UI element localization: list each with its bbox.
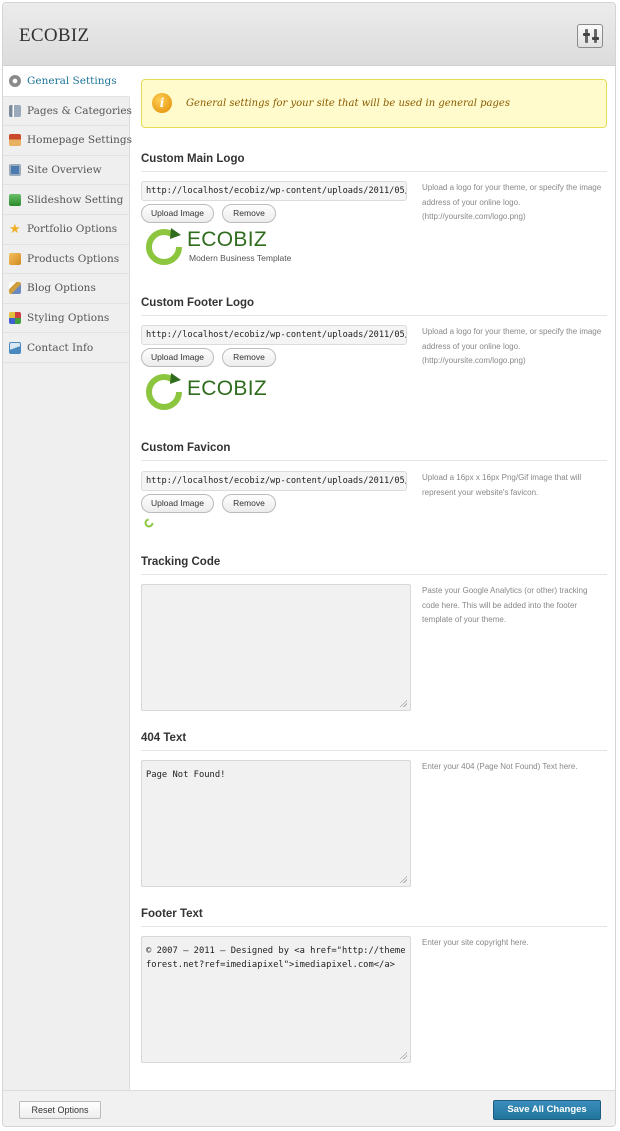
tracking-code-textarea[interactable]	[141, 584, 411, 711]
header: ECOBIZ	[3, 3, 615, 66]
info-notice: i General settings for your site that wi…	[141, 79, 607, 128]
404-text-help: Enter your 404 (Page Not Found) Text her…	[422, 762, 578, 771]
divider	[141, 574, 607, 575]
sidebar-item-general-settings[interactable]: General Settings	[3, 67, 130, 97]
divider	[141, 315, 607, 316]
footer-logo-url-input[interactable]: http://localhost/ecobiz/wp-content/uploa…	[141, 325, 407, 345]
brand-title: ECOBIZ	[19, 25, 90, 46]
settings-tools-icon[interactable]	[577, 24, 603, 48]
sidebar-item-label: Products Options	[27, 252, 120, 265]
sidebar-item-portfolio-options[interactable]: ★ Portfolio Options	[3, 215, 129, 245]
star-icon: ★	[9, 221, 21, 237]
logo-tagline: Modern Business Template	[189, 253, 292, 263]
reset-options-button[interactable]: Reset Options	[19, 1101, 101, 1119]
favicon-remove-button[interactable]: Remove	[222, 494, 276, 513]
favicon-help: Upload a 16px x 16px Png/Gif image that …	[422, 473, 582, 497]
palette-icon	[9, 312, 21, 325]
sidebar-item-label: General Settings	[27, 75, 117, 88]
monitor-icon	[9, 164, 21, 177]
section-title-footer-text: Footer Text	[141, 908, 203, 920]
resize-grip-icon[interactable]	[399, 699, 407, 707]
options-panel: ECOBIZ General Settings Pages & Categori…	[2, 2, 616, 1127]
logo-wordmark: ECOBIZ	[187, 377, 267, 400]
resize-grip-icon[interactable]	[399, 1051, 407, 1059]
sidebar-item-label: Site Overview	[27, 164, 102, 177]
section-title-tracking-code: Tracking Code	[141, 556, 221, 568]
divider	[141, 750, 607, 751]
sidebar-item-label: Slideshow Setting	[27, 193, 124, 206]
sidebar-item-label: Portfolio Options	[27, 223, 118, 236]
favicon-upload-button[interactable]: Upload Image	[141, 494, 214, 513]
sidebar-item-label: Blog Options	[27, 282, 96, 295]
footer-logo-remove-button[interactable]: Remove	[222, 348, 276, 367]
footer-logo-upload-button[interactable]: Upload Image	[141, 348, 214, 367]
sidebar-item-products-options[interactable]: Products Options	[3, 245, 129, 275]
favicon-preview-icon	[144, 518, 154, 528]
save-all-changes-button[interactable]: Save All Changes	[493, 1100, 601, 1120]
sidebar-item-blog-options[interactable]: Blog Options	[3, 274, 129, 304]
sidebar-item-label: Contact Info	[27, 341, 94, 354]
mail-icon	[9, 341, 21, 354]
slideshow-icon	[9, 193, 21, 206]
divider	[141, 926, 607, 927]
section-title-favicon: Custom Favicon	[141, 442, 231, 454]
sidebar-item-label: Pages & Categories	[27, 104, 132, 117]
gear-icon	[9, 75, 21, 88]
divider	[141, 460, 607, 461]
footer-text-textarea[interactable]: © 2007 – 2011 – Designed by <a href="htt…	[141, 936, 411, 1063]
logo-wordmark: ECOBIZ	[187, 228, 267, 251]
footer-text-help: Enter your site copyright here.	[422, 938, 529, 947]
main-logo-url-input[interactable]: http://localhost/ecobiz/wp-content/uploa…	[141, 181, 407, 201]
recycle-ring-icon	[146, 228, 182, 265]
info-icon: i	[152, 93, 172, 113]
sidebar-item-styling-options[interactable]: Styling Options	[3, 304, 129, 334]
box-icon	[9, 252, 21, 265]
main-logo-preview: ECOBIZ Modern Business Template	[141, 226, 311, 271]
pages-icon	[9, 104, 21, 117]
recycle-ring-icon	[146, 373, 182, 410]
favicon-url-input[interactable]: http://localhost/ecobiz/wp-content/uploa…	[141, 471, 407, 491]
sidebar-item-contact-info[interactable]: Contact Info	[3, 333, 129, 363]
main-logo-remove-button[interactable]: Remove	[222, 204, 276, 223]
sidebar: General Settings Pages & Categories Home…	[3, 67, 132, 1090]
section-title-footer-logo: Custom Footer Logo	[141, 297, 255, 309]
sidebar-item-pages-categories[interactable]: Pages & Categories	[3, 97, 132, 127]
sidebar-item-label: Homepage Settings	[27, 134, 132, 147]
404-text-textarea[interactable]: Page Not Found!	[141, 760, 411, 887]
main-logo-help: Upload a logo for your theme, or specify…	[422, 183, 602, 221]
resize-grip-icon[interactable]	[399, 875, 407, 883]
sidebar-item-homepage-settings[interactable]: Homepage Settings	[3, 126, 132, 156]
sidebar-item-slideshow-setting[interactable]: Slideshow Setting	[3, 185, 129, 215]
pencil-icon	[9, 282, 21, 295]
footer-logo-help: Upload a logo for your theme, or specify…	[422, 327, 602, 365]
section-title-404-text: 404 Text	[141, 732, 187, 744]
tracking-code-help: Paste your Google Analytics (or other) t…	[422, 586, 588, 624]
main-logo-upload-button[interactable]: Upload Image	[141, 204, 214, 223]
sidebar-item-site-overview[interactable]: Site Overview	[3, 156, 129, 186]
section-title-main-logo: Custom Main Logo	[141, 153, 245, 165]
options-footer: Reset Options Save All Changes	[3, 1090, 615, 1126]
divider	[141, 171, 607, 172]
footer-logo-preview: ECOBIZ	[141, 371, 271, 415]
notice-text: General settings for your site that will…	[186, 98, 510, 109]
sidebar-item-label: Styling Options	[27, 312, 110, 325]
home-icon	[9, 134, 21, 147]
